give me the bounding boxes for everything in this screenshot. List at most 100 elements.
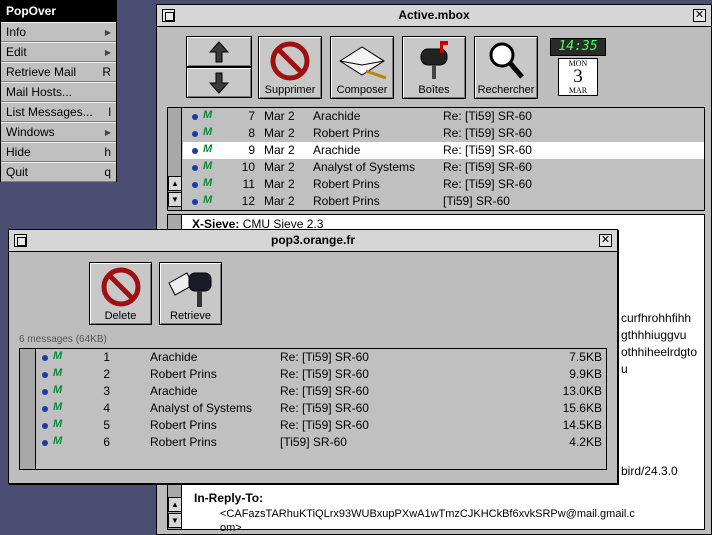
- close-button[interactable]: ✕: [599, 234, 612, 247]
- unread-dot-icon: [192, 114, 198, 120]
- menu-item-label: Retrieve Mail: [6, 65, 77, 79]
- unread-dot-icon: [192, 165, 198, 171]
- unread-dot-icon: [192, 131, 198, 137]
- prohibit-icon: [270, 41, 310, 81]
- pop3-window: pop3.orange.fr ✕ Delete Retrieve 6 messa…: [8, 229, 618, 484]
- scroll-up-button[interactable]: ▲: [168, 176, 182, 191]
- menu-item-quit[interactable]: Quit q: [1, 162, 116, 182]
- submenu-arrow-icon: ▶: [104, 127, 111, 137]
- message-number: 7: [248, 109, 255, 123]
- message-row[interactable]: M 9 Mar 2 Arachide Re: [Ti59] SR-60: [183, 142, 704, 159]
- menu-item-windows[interactable]: Windows ▶: [1, 122, 116, 142]
- message-subject: Re: [Ti59] SR-60: [280, 350, 369, 364]
- submenu-arrow-icon: ▶: [104, 47, 111, 57]
- message-from: Arachide: [313, 143, 361, 157]
- pop3-message-row[interactable]: M 5 Robert Prins Re: [Ti59] SR-60 14.5KB: [38, 417, 606, 434]
- next-message-button[interactable]: [186, 67, 252, 98]
- message-number: 10: [241, 160, 255, 174]
- menu-item-mail-hosts[interactable]: Mail Hosts...: [1, 82, 116, 102]
- in-reply-to-value-cont: om>: [220, 522, 242, 534]
- message-subject: Re: [Ti59] SR-60: [280, 367, 369, 381]
- menu-item-label: Windows: [6, 125, 55, 139]
- mailboxes-button[interactable]: Boîtes: [402, 36, 466, 99]
- close-button[interactable]: ✕: [693, 9, 706, 22]
- message-from: Analyst of Systems: [313, 160, 416, 174]
- pop3-message-row[interactable]: M 3 Arachide Re: [Ti59] SR-60 13.0KB: [38, 383, 606, 400]
- miniaturize-button[interactable]: [162, 9, 175, 22]
- message-row[interactable]: M 11 Mar 2 Robert Prins Re: [Ti59] SR-60: [183, 176, 704, 193]
- pop3-message-row[interactable]: M 2 Robert Prins Re: [Ti59] SR-60 9.9KB: [38, 366, 606, 383]
- previous-message-button[interactable]: [186, 36, 252, 67]
- pop3-title-bar[interactable]: pop3.orange.fr ✕: [9, 230, 617, 252]
- message-from: Robert Prins: [150, 367, 217, 381]
- pop3-status: 6 messages (64KB): [19, 334, 107, 345]
- menu-item-hide[interactable]: Hide h: [1, 142, 116, 162]
- message-subject: Re: [Ti59] SR-60: [280, 401, 369, 415]
- message-list: ▲ ▼ M 7 Mar 2 Arachide Re: [Ti59] SR-60 M 8 Mar…: [167, 107, 705, 211]
- delete-button[interactable]: Supprimer: [258, 36, 322, 99]
- message-from: Arachide: [150, 384, 198, 398]
- message-row[interactable]: M 7 Mar 2 Arachide Re: [Ti59] SR-60: [183, 108, 704, 125]
- message-size: 4.2KB: [569, 435, 602, 449]
- active-title-bar[interactable]: Active.mbox ✕: [157, 5, 711, 27]
- unread-dot-icon: [42, 406, 48, 412]
- message-subject: [Ti59] SR-60: [443, 194, 510, 208]
- pop3-message-row[interactable]: M 4 Analyst of Systems Re: [Ti59] SR-60 15.6…: [38, 400, 606, 417]
- message-row[interactable]: M 8 Mar 2 Robert Prins Re: [Ti59] SR-60: [183, 125, 704, 142]
- m-flag-icon: M: [203, 109, 213, 121]
- arrow-up-icon: [208, 41, 230, 63]
- arrow-down-icon: [208, 72, 230, 94]
- message-date: Mar 2: [264, 143, 295, 157]
- m-flag-icon: M: [203, 177, 213, 189]
- message-list-scrollbar[interactable]: ▲ ▼: [168, 108, 182, 210]
- message-number: 12: [241, 194, 255, 208]
- menu-item-label: Info: [6, 25, 27, 39]
- search-button[interactable]: Rechercher: [474, 36, 538, 99]
- body-fragment: othhiheelrdgto: [621, 345, 698, 359]
- message-size: 14.5KB: [562, 418, 602, 432]
- message-subject: Re: [Ti59] SR-60: [280, 418, 369, 432]
- envelope-pen-icon: [339, 46, 387, 80]
- message-from: Arachide: [150, 350, 198, 364]
- m-flag-icon: M: [203, 194, 213, 206]
- message-number: 2: [103, 367, 110, 381]
- menu-item-info[interactable]: Info ▶: [1, 22, 116, 42]
- popover-menu-title[interactable]: PopOver: [1, 1, 116, 22]
- miniaturize-button[interactable]: [14, 234, 27, 247]
- message-number: 11: [242, 177, 255, 191]
- message-row[interactable]: M 10 Mar 2 Analyst of Systems Re: [Ti59] SR-…: [183, 159, 704, 176]
- message-from: Analyst of Systems: [150, 401, 253, 415]
- pop3-list-scrollbar[interactable]: [20, 349, 36, 469]
- compose-button[interactable]: Composer: [330, 36, 394, 99]
- unread-dot-icon: [42, 372, 48, 378]
- menu-shortcut: q: [104, 165, 111, 179]
- body-scroll-up-button[interactable]: ▲: [168, 497, 182, 512]
- m-flag-icon: M: [203, 143, 213, 155]
- message-number: 3: [103, 384, 110, 398]
- message-subject: Re: [Ti59] SR-60: [443, 109, 532, 123]
- pop3-delete-button[interactable]: Delete: [89, 262, 152, 325]
- message-row[interactable]: M 12 Mar 2 Robert Prins [Ti59] SR-60: [183, 193, 704, 210]
- message-from: Robert Prins: [313, 126, 380, 140]
- m-flag-icon: M: [53, 418, 63, 430]
- message-subject: [Ti59] SR-60: [280, 435, 347, 449]
- pop3-message-row[interactable]: M 1 Arachide Re: [Ti59] SR-60 7.5KB: [38, 349, 606, 366]
- menu-item-edit[interactable]: Edit ▶: [1, 42, 116, 62]
- unread-dot-icon: [42, 389, 48, 395]
- menu-shortcut: l: [108, 105, 111, 119]
- message-date: Mar 2: [264, 194, 295, 208]
- menu-item-label: List Messages...: [6, 105, 93, 119]
- scroll-down-button[interactable]: ▼: [168, 192, 182, 207]
- retrieve-button[interactable]: Retrieve: [159, 262, 222, 325]
- message-number: 9: [248, 143, 255, 157]
- menu-item-retrieve-mail[interactable]: Retrieve Mail R: [1, 62, 116, 82]
- m-flag-icon: M: [53, 401, 63, 413]
- body-fragment: bird/24.3.0: [621, 464, 678, 478]
- pop3-message-row[interactable]: M 6 Robert Prins [Ti59] SR-60 4.2KB: [38, 434, 606, 451]
- body-scroll-down-button[interactable]: ▼: [168, 513, 182, 528]
- menu-item-list-messages[interactable]: List Messages... l: [1, 102, 116, 122]
- pop3-message-list: M 1 Arachide Re: [Ti59] SR-60 7.5KB M 2 Robert …: [19, 348, 607, 470]
- mailbox-icon: [420, 41, 448, 79]
- delete-label: Supprimer: [264, 84, 316, 96]
- message-from: Robert Prins: [150, 418, 217, 432]
